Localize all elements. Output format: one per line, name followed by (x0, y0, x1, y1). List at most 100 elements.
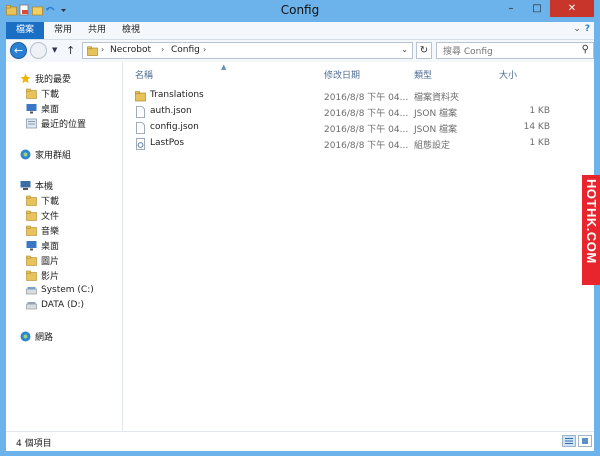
file-type: 檔案資料夾 (414, 93, 460, 103)
file-row[interactable]: auth.json 2016/8/8 下午 04... JSON 檔案 1 KB (123, 105, 588, 120)
nav-item-label: 下載 (41, 196, 60, 207)
file-type: JSON 檔案 (414, 125, 458, 135)
file-name: auth.json (150, 106, 192, 116)
nav-item-label: 下載 (41, 89, 60, 100)
computer-icon (20, 180, 31, 190)
nav-item-label: 最近的位置 (41, 119, 87, 130)
file-size: 14 KB (523, 122, 550, 132)
details-view-icon (565, 438, 573, 444)
nav-item-label: 音樂 (41, 226, 60, 237)
file-row[interactable]: config.json 2016/8/8 下午 04... JSON 檔案 14 KB (123, 121, 588, 136)
download-folder-icon (26, 195, 37, 206)
nav-item-label: 家用群組 (35, 150, 72, 161)
sort-ascending-icon: ▲ (221, 63, 227, 71)
network-icon (20, 331, 31, 341)
nav-item[interactable]: 桌面 (26, 238, 59, 252)
star-icon (20, 73, 31, 83)
minimize-button[interactable]: – (498, 0, 524, 17)
ribbon-right-controls: ⌄ ? (573, 24, 590, 34)
nav-item-label: 桌面 (41, 241, 60, 252)
nav-item[interactable]: System (C:) (26, 283, 94, 297)
nav-item-label: 影片 (41, 271, 60, 282)
item-count: 4 個項目 (16, 439, 52, 449)
desktop-icon (26, 240, 37, 250)
nav-item[interactable]: 文件 (26, 208, 59, 222)
address-dropdown-icon[interactable]: ⌄ (401, 45, 408, 54)
search-input[interactable] (441, 44, 570, 60)
file-row[interactable]: Translations 2016/8/8 下午 04... 檔案資料夾 (123, 89, 588, 104)
nav-item[interactable]: 最近的位置 (26, 116, 86, 130)
navigation-pane: 我的最愛 下載 桌面 最近的位置 家用群組 本機 下載 文件 音樂 桌面 圖片 影片 System (C… (6, 62, 123, 431)
download-folder-icon (26, 88, 37, 99)
column-header-size[interactable]: 大小 (499, 68, 517, 81)
nav-item[interactable]: 家用群組 (20, 147, 71, 161)
breadcrumb-separator[interactable]: › (203, 45, 206, 54)
file-size: 1 KB (529, 106, 550, 116)
watermark-badge: HOTHK.COM (582, 175, 600, 285)
nav-item[interactable]: 我的最愛 (20, 71, 71, 85)
nav-item[interactable]: 網路 (20, 329, 53, 343)
nav-item[interactable]: 音樂 (26, 223, 59, 237)
up-button[interactable]: ↑ (66, 44, 75, 57)
large-icons-view-button[interactable] (578, 435, 592, 447)
forward-button[interactable] (30, 42, 47, 59)
recent-places-icon (26, 118, 37, 128)
nav-item-label: 文件 (41, 211, 60, 222)
file-type: 組態設定 (414, 141, 451, 151)
nav-item[interactable]: 圖片 (26, 253, 59, 267)
column-header-name[interactable]: 名稱 (135, 68, 153, 81)
recent-locations-icon[interactable]: ▼ (52, 46, 57, 54)
details-view-button[interactable] (562, 435, 576, 447)
nav-item-label: 我的最愛 (35, 74, 72, 85)
documents-folder-icon (26, 210, 37, 221)
file-icon (136, 106, 145, 118)
file-row[interactable]: LastPos 2016/8/8 下午 04... 組態設定 1 KB (123, 137, 588, 152)
close-button[interactable]: ✕ (550, 0, 594, 17)
data-drive-icon (26, 301, 37, 309)
file-name: LastPos (150, 138, 185, 148)
tab-file[interactable]: 檔案 (6, 22, 44, 39)
tab-share[interactable]: 共用 (88, 22, 106, 39)
help-icon[interactable]: ? (585, 24, 590, 34)
folder-icon (87, 46, 98, 56)
title-bar[interactable]: Config – □ ✕ (0, 0, 600, 22)
address-bar[interactable]: › Necrobot › Config › ⌄ (82, 42, 413, 59)
folder-icon (135, 91, 146, 102)
navigation-bar: ← ▼ ↑ › Necrobot › Config › ⌄ ↻ ⚲ (6, 40, 594, 62)
nav-item[interactable]: DATA (D:) (26, 298, 84, 312)
search-box[interactable]: ⚲ (436, 42, 594, 60)
nav-item-label: 本機 (35, 181, 54, 192)
explorer-window: Config – □ ✕ 檔案 常用 共用 檢視 ⌄ ? ← ▼ ↑ › Nec… (0, 0, 600, 456)
nav-item-label: 圖片 (41, 256, 60, 267)
file-modified: 2016/8/8 下午 04... (324, 141, 409, 151)
breadcrumb-necrobot[interactable]: Necrobot (110, 45, 151, 55)
nav-item[interactable]: 下載 (26, 86, 59, 100)
breadcrumb-separator[interactable]: › (161, 45, 164, 54)
nav-item[interactable]: 下載 (26, 193, 59, 207)
expand-ribbon-icon[interactable]: ⌄ (573, 24, 581, 34)
breadcrumb-separator[interactable]: › (101, 45, 104, 54)
file-name: config.json (150, 122, 199, 132)
file-name: Translations (150, 90, 204, 100)
breadcrumb-config[interactable]: Config (171, 45, 200, 55)
nav-item-label: 桌面 (41, 104, 60, 115)
status-bar: 4 個項目 (6, 431, 594, 451)
refresh-button[interactable]: ↻ (416, 42, 432, 59)
large-icons-view-icon (582, 438, 588, 444)
nav-item[interactable]: 本機 (20, 178, 53, 192)
maximize-button[interactable]: □ (524, 0, 550, 17)
column-header-modified[interactable]: 修改日期 (324, 68, 360, 81)
pictures-folder-icon (26, 255, 37, 266)
column-header-type[interactable]: 類型 (414, 68, 432, 81)
file-modified: 2016/8/8 下午 04... (324, 125, 409, 135)
file-list: 名稱 ▲ 修改日期 類型 大小 Translations 2016/8/8 下午 … (123, 62, 588, 431)
homegroup-icon (20, 149, 31, 159)
search-icon[interactable]: ⚲ (582, 44, 589, 55)
tab-view[interactable]: 檢視 (122, 22, 140, 39)
back-button[interactable]: ← (10, 42, 27, 59)
videos-folder-icon (26, 270, 37, 281)
tab-home[interactable]: 常用 (54, 22, 72, 39)
nav-item[interactable]: 桌面 (26, 101, 59, 115)
nav-item[interactable]: 影片 (26, 268, 59, 282)
desktop-icon (26, 103, 37, 113)
